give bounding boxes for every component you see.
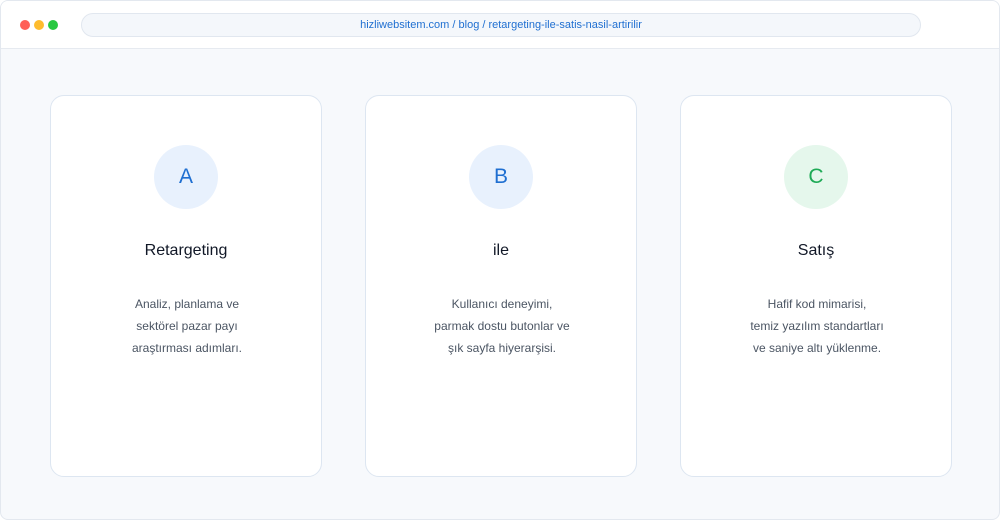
description-line: şık sayfa hiyerarşisi.: [447, 341, 557, 355]
address-url: hizliwebsitem.com / blog / retargeting-i…: [360, 19, 642, 31]
badge-letter: A: [178, 165, 193, 188]
description-line: sektörel pazar payı: [136, 319, 238, 333]
feature-card-b: B ile Kullanıcı deneyimi, parmak dostu b…: [365, 95, 637, 477]
description-line: temiz yazılım standartları: [750, 319, 884, 333]
card-title: ile: [492, 242, 509, 259]
card-description: Kullanıcı deneyimi, parmak dostu butonla…: [386, 293, 618, 359]
badge-letter: B: [493, 165, 508, 188]
card-title: Satış: [797, 242, 835, 259]
browser-titlebar: hizliwebsitem.com / blog / retargeting-i…: [1, 1, 999, 49]
letter-badge-a: A: [154, 145, 218, 209]
card-description: Analiz, planlama ve sektörel pazar payı …: [71, 293, 303, 359]
minimize-window-button[interactable]: [34, 20, 44, 30]
feature-card-a: A Retargeting Analiz, planlama ve sektör…: [50, 95, 322, 477]
description-line: ve saniye altı yüklenme.: [752, 341, 882, 355]
card-title: Retargeting: [144, 242, 228, 259]
address-bar[interactable]: hizliwebsitem.com / blog / retargeting-i…: [81, 13, 921, 37]
badge-letter: C: [808, 165, 824, 188]
close-window-button[interactable]: [20, 20, 30, 30]
description-line: araştırması adımları.: [131, 341, 243, 355]
letter-badge-c: C: [784, 145, 848, 209]
page-content: A Retargeting Analiz, planlama ve sektör…: [1, 50, 999, 519]
maximize-window-button[interactable]: [48, 20, 58, 30]
feature-card-c: C Satış Hafif kod mimarisi, temiz yazılı…: [680, 95, 952, 477]
description-line: Analiz, planlama ve: [134, 297, 240, 311]
description-line: Hafif kod mimarisi,: [767, 297, 867, 311]
description-line: parmak dostu butonlar ve: [434, 319, 570, 333]
card-description: Hafif kod mimarisi, temiz yazılım standa…: [701, 293, 933, 359]
browser-window: hizliwebsitem.com / blog / retargeting-i…: [0, 0, 1000, 520]
letter-badge-b: B: [469, 145, 533, 209]
description-line: Kullanıcı deneyimi,: [451, 297, 553, 311]
